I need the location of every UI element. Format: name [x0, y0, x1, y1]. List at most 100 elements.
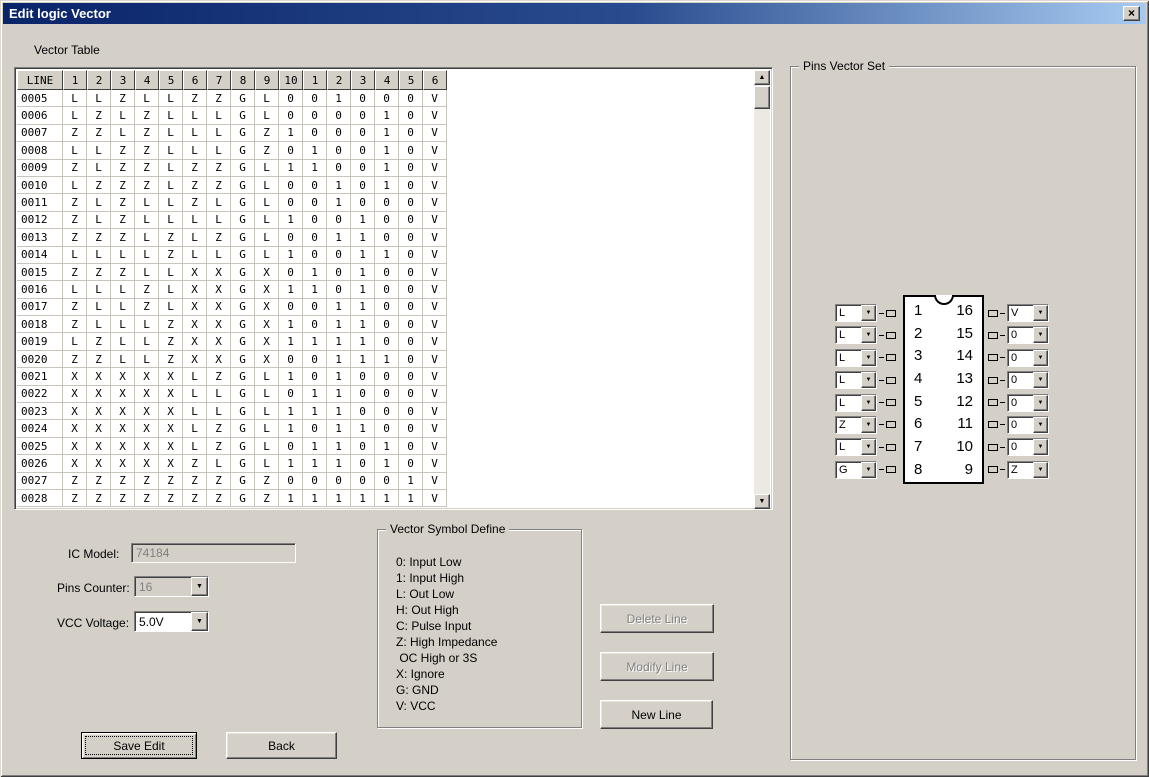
vector-cell: 0 — [375, 229, 399, 246]
vector-cell: 0 — [279, 142, 303, 159]
chevron-down-icon[interactable]: ▼ — [1033, 395, 1048, 411]
close-icon[interactable]: × — [1123, 6, 1140, 21]
vector-cell: 1 — [351, 316, 375, 333]
chevron-down-icon[interactable]: ▼ — [1033, 372, 1048, 388]
pin-stub — [988, 444, 998, 451]
table-row[interactable]: 0020ZZLLZXXGX001110V — [17, 351, 756, 368]
table-row[interactable]: 0009ZLZZLZZGL110010V — [17, 160, 756, 177]
vector-cell: Z — [159, 316, 183, 333]
column-header: 4 — [375, 70, 399, 90]
pin-2-select[interactable]: L▼ — [835, 326, 877, 344]
chevron-down-icon[interactable]: ▼ — [1033, 327, 1048, 343]
back-button[interactable]: Back — [226, 732, 337, 759]
vector-cell: 0 — [375, 299, 399, 316]
table-row[interactable]: 0015ZZZLLXXGX010100V — [17, 264, 756, 281]
table-row[interactable]: 0014LLLLZLLGL100110V — [17, 247, 756, 264]
vector-cell: L — [135, 229, 159, 246]
chevron-down-icon[interactable]: ▼ — [861, 327, 876, 343]
pin-15-select-value: 0 — [1008, 327, 1033, 343]
table-row[interactable]: 0024XXXXXLZGL101100V — [17, 420, 756, 437]
table-row[interactable]: 0018ZLLLZXXGX101100V — [17, 316, 756, 333]
save-edit-button[interactable]: Save Edit — [81, 732, 197, 759]
chevron-down-icon[interactable]: ▼ — [861, 305, 876, 321]
vector-cell: Z — [159, 229, 183, 246]
pin-stub — [886, 399, 896, 406]
table-row[interactable]: 0026XXXXXZLGL111010V — [17, 455, 756, 472]
vector-cell: 1 — [327, 386, 351, 403]
table-row[interactable]: 0005LLZLLZZGL001000V — [17, 90, 756, 107]
vertical-scrollbar[interactable]: ▲ ▼ — [754, 70, 770, 509]
pin-4-select[interactable]: L▼ — [835, 371, 877, 389]
table-row[interactable]: 0019LZLLZXXGX111100V — [17, 333, 756, 350]
table-row[interactable]: 0017ZLLZLXXGX001100V — [17, 299, 756, 316]
table-row[interactable]: 0012ZLZLLLLGL100100V — [17, 212, 756, 229]
table-row[interactable]: 0021XXXXXLZGL101000V — [17, 368, 756, 385]
vector-cell: X — [135, 386, 159, 403]
table-row[interactable]: 0016LLLZLXXGX110100V — [17, 281, 756, 298]
column-header: 1 — [63, 70, 87, 90]
vector-cell: 0 — [351, 177, 375, 194]
vector-cell: 0 — [399, 438, 423, 455]
vector-cell: V — [423, 281, 447, 298]
scrollbar-thumb[interactable] — [754, 86, 770, 109]
pin-14-select[interactable]: 0▼ — [1007, 349, 1049, 367]
pin-9-select[interactable]: Z▼ — [1007, 461, 1049, 479]
chevron-down-icon[interactable]: ▼ — [861, 395, 876, 411]
table-row[interactable]: 0010LZZZLZZGL001010V — [17, 177, 756, 194]
table-row[interactable]: 0006LZLZLLLGL000010V — [17, 107, 756, 124]
chevron-down-icon[interactable]: ▼ — [1033, 439, 1048, 455]
table-row[interactable]: 0022XXXXXLLGL011000V — [17, 386, 756, 403]
pin-7-select[interactable]: L▼ — [835, 438, 877, 456]
pin-5-select[interactable]: L▼ — [835, 394, 877, 412]
new-line-button[interactable]: New Line — [600, 700, 713, 729]
scroll-down-icon[interactable]: ▼ — [754, 494, 770, 509]
vector-cell: V — [423, 142, 447, 159]
pin-15-select[interactable]: 0▼ — [1007, 326, 1049, 344]
chevron-down-icon[interactable]: ▼ — [861, 439, 876, 455]
vector-cell: L — [159, 125, 183, 142]
pin-row-6: Z▼ — [835, 416, 896, 434]
pin-connector — [1000, 335, 1005, 336]
table-row[interactable]: 0028ZZZZZZZGZ111111V — [17, 490, 756, 507]
chevron-down-icon[interactable]: ▼ — [1033, 417, 1048, 433]
vector-cell: X — [255, 281, 279, 298]
pin-11-select[interactable]: 0▼ — [1007, 416, 1049, 434]
table-row[interactable]: 0008LLZZLLLGZ010010V — [17, 142, 756, 159]
vector-cell: 0 — [399, 142, 423, 159]
vector-cell: 0 — [399, 368, 423, 385]
chevron-down-icon[interactable]: ▼ — [1033, 350, 1048, 366]
pin-stub — [988, 377, 998, 384]
vector-cell: G — [231, 438, 255, 455]
chevron-down-icon[interactable]: ▼ — [861, 417, 876, 433]
pin-6-select[interactable]: Z▼ — [835, 416, 877, 434]
table-row[interactable]: 0013ZZZLZLZGL001100V — [17, 229, 756, 246]
pin-12-select[interactable]: 0▼ — [1007, 394, 1049, 412]
chevron-down-icon[interactable]: ▼ — [861, 372, 876, 388]
pin-8-select[interactable]: G▼ — [835, 461, 877, 479]
symbol-line: C: Pulse Input — [396, 618, 497, 634]
table-row[interactable]: 0025XXXXXLZGL011010V — [17, 438, 756, 455]
table-row[interactable]: 0023XXXXXLLGL111000V — [17, 403, 756, 420]
chevron-down-icon[interactable]: ▼ — [1033, 462, 1048, 478]
column-header: 9 — [255, 70, 279, 90]
pin-stub — [886, 444, 896, 451]
pin-3-select[interactable]: L▼ — [835, 349, 877, 367]
chevron-down-icon[interactable]: ▼ — [1033, 305, 1048, 321]
pin-6-select-value: Z — [836, 417, 861, 433]
pin-13-select[interactable]: 0▼ — [1007, 371, 1049, 389]
scroll-up-icon[interactable]: ▲ — [754, 70, 770, 85]
table-row[interactable]: 0011ZLZLLZLGL001000V — [17, 194, 756, 211]
chevron-down-icon[interactable]: ▼ — [861, 462, 876, 478]
pin-10-select[interactable]: 0▼ — [1007, 438, 1049, 456]
pin-1-select[interactable]: L▼ — [835, 304, 877, 322]
vcc-voltage-select[interactable]: 5.0V ▼ — [134, 611, 209, 632]
vector-cell: L — [159, 212, 183, 229]
ic-model-label: IC Model: — [68, 547, 119, 561]
table-row[interactable]: 0007ZZLZLLLGZ100010V — [17, 125, 756, 142]
pin-16-select[interactable]: V▼ — [1007, 304, 1049, 322]
vector-cell: 1 — [375, 125, 399, 142]
chevron-down-icon[interactable]: ▼ — [191, 612, 208, 631]
table-row[interactable]: 0027ZZZZZZZGZ000001V — [17, 473, 756, 490]
chevron-down-icon[interactable]: ▼ — [861, 350, 876, 366]
vector-cell: 1 — [375, 247, 399, 264]
